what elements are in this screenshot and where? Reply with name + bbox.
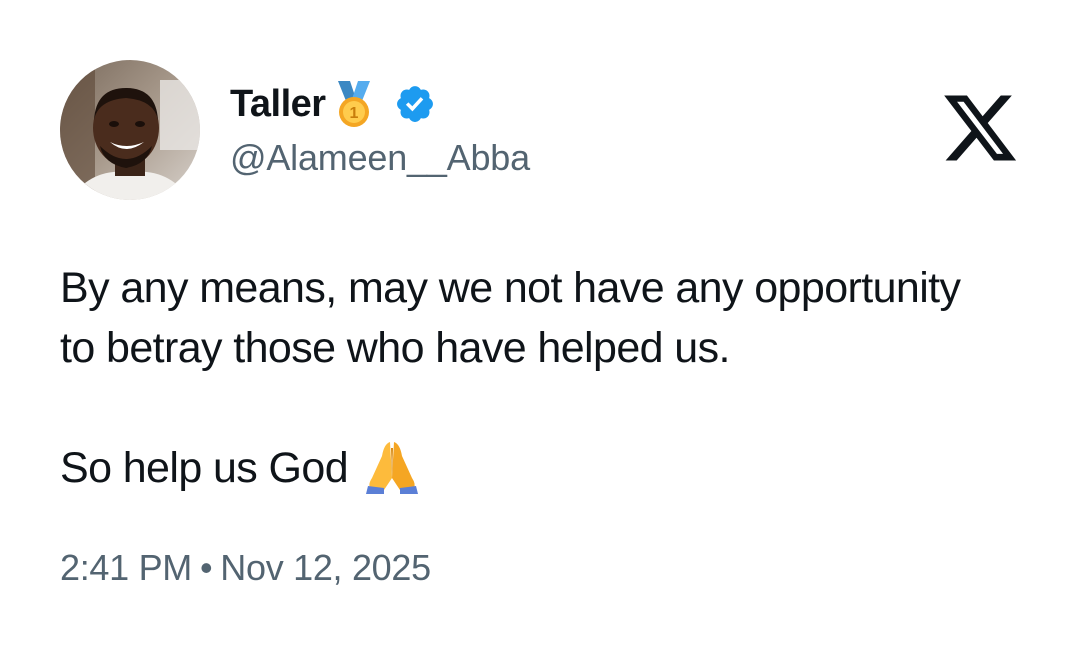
tweet-timestamp[interactable]: 2:41 PM • Nov 12, 2025 [60, 546, 431, 590]
tweet-text: By any means, may we not have any opport… [60, 258, 1050, 498]
tweet-line: to betray those who have helped us. [60, 324, 730, 372]
praying-hands-icon [362, 438, 422, 494]
x-logo-icon[interactable] [940, 88, 1020, 168]
avatar[interactable] [60, 60, 200, 200]
gold-medal-icon: 1 [332, 79, 376, 129]
user-handle[interactable]: @Alameen__Abba [230, 136, 530, 180]
avatar-photo [60, 60, 200, 200]
name-row: Taller 1 [230, 80, 436, 128]
tweet-line: By any means, may we not have any opport… [60, 264, 961, 312]
tweet-date: Nov 12, 2025 [220, 547, 431, 588]
tweet-time: 2:41 PM [60, 547, 192, 588]
display-name[interactable]: Taller [230, 80, 326, 128]
tweet-line-text: So help us God [60, 444, 349, 492]
svg-text:1: 1 [349, 105, 358, 122]
tweet-line: So help us God [60, 438, 1050, 498]
verified-badge-icon [394, 83, 436, 125]
tweet-card: Taller 1 @Alameen__Abba By any means, ma… [0, 0, 1080, 646]
separator-dot: • [199, 547, 213, 588]
